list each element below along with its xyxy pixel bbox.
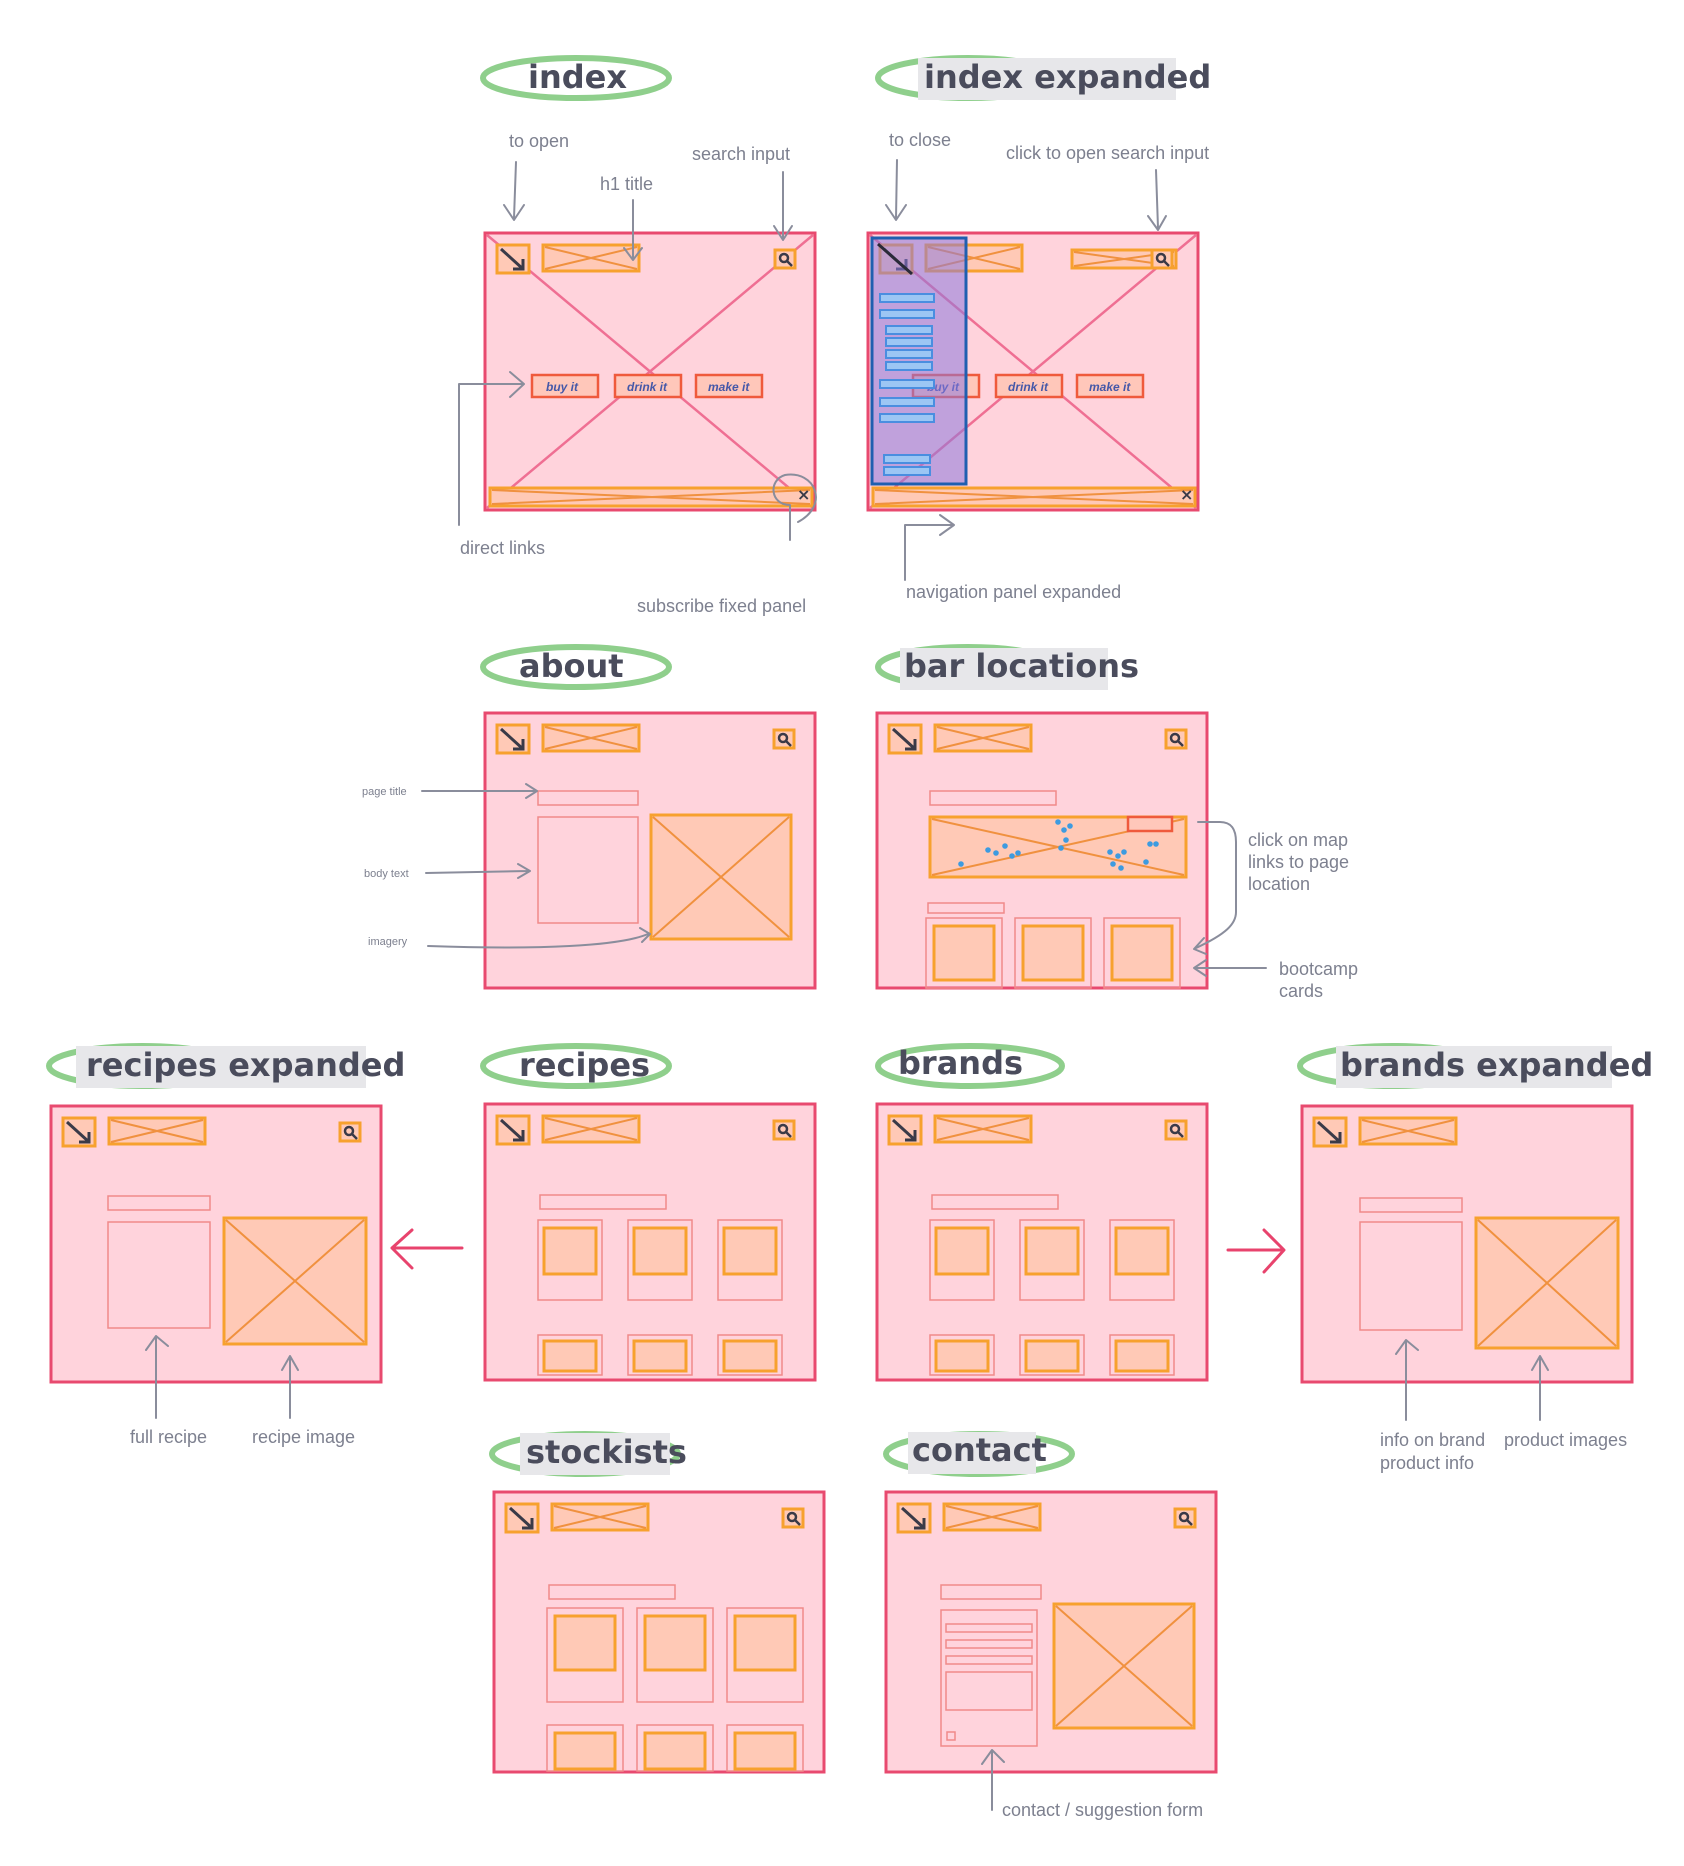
screen-title-index-expanded: index expanded bbox=[924, 58, 1211, 96]
note-page-title: page title bbox=[362, 786, 407, 798]
search-icon bbox=[781, 1507, 805, 1529]
note-info-brand-2: product info bbox=[1380, 1453, 1474, 1473]
note-click-map-2: links to page bbox=[1248, 852, 1349, 872]
screen-title-stockists: stockists bbox=[526, 1433, 687, 1471]
note-to-open: to open bbox=[509, 131, 569, 151]
note-to-close: to close bbox=[889, 130, 951, 150]
screen-title-brands: brands bbox=[898, 1044, 1023, 1082]
note-h1-title: h1 title bbox=[600, 174, 653, 194]
note-bootcamp-1: bootcamp bbox=[1279, 959, 1358, 979]
arrow-to-brands-expanded bbox=[1226, 1228, 1286, 1274]
screen-contact: contact contact / suggestion form bbox=[883, 1431, 1218, 1820]
map-block bbox=[928, 815, 1188, 879]
wireframe-board: index buy it drink it make it × to open … bbox=[46, 55, 1653, 1820]
screen-title-contact: contact bbox=[912, 1431, 1047, 1469]
search-icon bbox=[773, 248, 797, 270]
note-bootcamp-2: cards bbox=[1279, 981, 1323, 1001]
screen-recipes-expanded: recipes expanded full recipe recipe imag… bbox=[46, 1043, 405, 1447]
screen-title-recipes-expanded: recipes expanded bbox=[86, 1046, 405, 1084]
make-it-button: make it bbox=[708, 380, 750, 394]
search-icon bbox=[1173, 1507, 1197, 1529]
navigation-panel bbox=[870, 236, 968, 486]
note-body-text: body text bbox=[364, 868, 409, 880]
note-click-open-search: click to open search input bbox=[1006, 143, 1209, 163]
direct-links: buy it drink it make it bbox=[530, 373, 764, 399]
screen-index-expanded: index expanded buy it drink it make it × bbox=[866, 55, 1211, 602]
screen-recipes: recipes bbox=[480, 1043, 817, 1382]
screen-about: about page title body text imagery bbox=[362, 644, 817, 990]
arrow-to-recipes-expanded bbox=[390, 1228, 464, 1270]
search-icon bbox=[1164, 1119, 1188, 1141]
screen-index: index buy it drink it make it × to open … bbox=[458, 55, 817, 616]
close-icon: × bbox=[797, 485, 810, 504]
note-full-recipe: full recipe bbox=[130, 1427, 207, 1447]
make-it-button: make it bbox=[1089, 380, 1131, 394]
note-recipe-image: recipe image bbox=[252, 1427, 355, 1447]
search-icon bbox=[338, 1121, 362, 1143]
note-click-map-1: click on map bbox=[1248, 830, 1348, 850]
screen-title-brands-expanded: brands expanded bbox=[1340, 1046, 1653, 1084]
close-icon: × bbox=[1180, 485, 1193, 504]
note-search-input: search input bbox=[692, 144, 790, 164]
screen-title-index: index bbox=[528, 58, 627, 96]
screen-title-about: about bbox=[519, 647, 624, 685]
note-click-map-3: location bbox=[1248, 874, 1310, 894]
drink-it-button: drink it bbox=[627, 380, 668, 394]
bootcamp-cards bbox=[925, 917, 1181, 989]
note-subscribe-panel: subscribe fixed panel bbox=[637, 596, 806, 616]
header-index bbox=[495, 243, 641, 275]
note-contact-form: contact / suggestion form bbox=[1002, 1800, 1203, 1820]
note-product-images: product images bbox=[1504, 1430, 1627, 1450]
screen-bar-locations: bar locations click on map links to page… bbox=[875, 644, 1358, 1001]
search-icon bbox=[772, 1119, 796, 1141]
screen-stockists: stockists bbox=[489, 1431, 826, 1774]
note-imagery: imagery bbox=[368, 936, 408, 948]
screen-brands: brands bbox=[875, 1043, 1209, 1382]
note-nav-panel-expanded: navigation panel expanded bbox=[906, 582, 1121, 602]
note-info-brand-1: info on brand bbox=[1380, 1430, 1485, 1450]
search-icon bbox=[772, 728, 796, 750]
search-icon bbox=[1150, 248, 1174, 270]
note-direct-links: direct links bbox=[460, 538, 545, 558]
search-icon bbox=[1164, 728, 1188, 750]
screen-brands-expanded: brands expanded info on brand product in… bbox=[1297, 1043, 1653, 1473]
screen-title-bar-locations: bar locations bbox=[904, 647, 1139, 685]
drink-it-button: drink it bbox=[1008, 380, 1049, 394]
buy-it-button: buy it bbox=[546, 380, 579, 394]
screen-title-recipes: recipes bbox=[519, 1046, 650, 1084]
